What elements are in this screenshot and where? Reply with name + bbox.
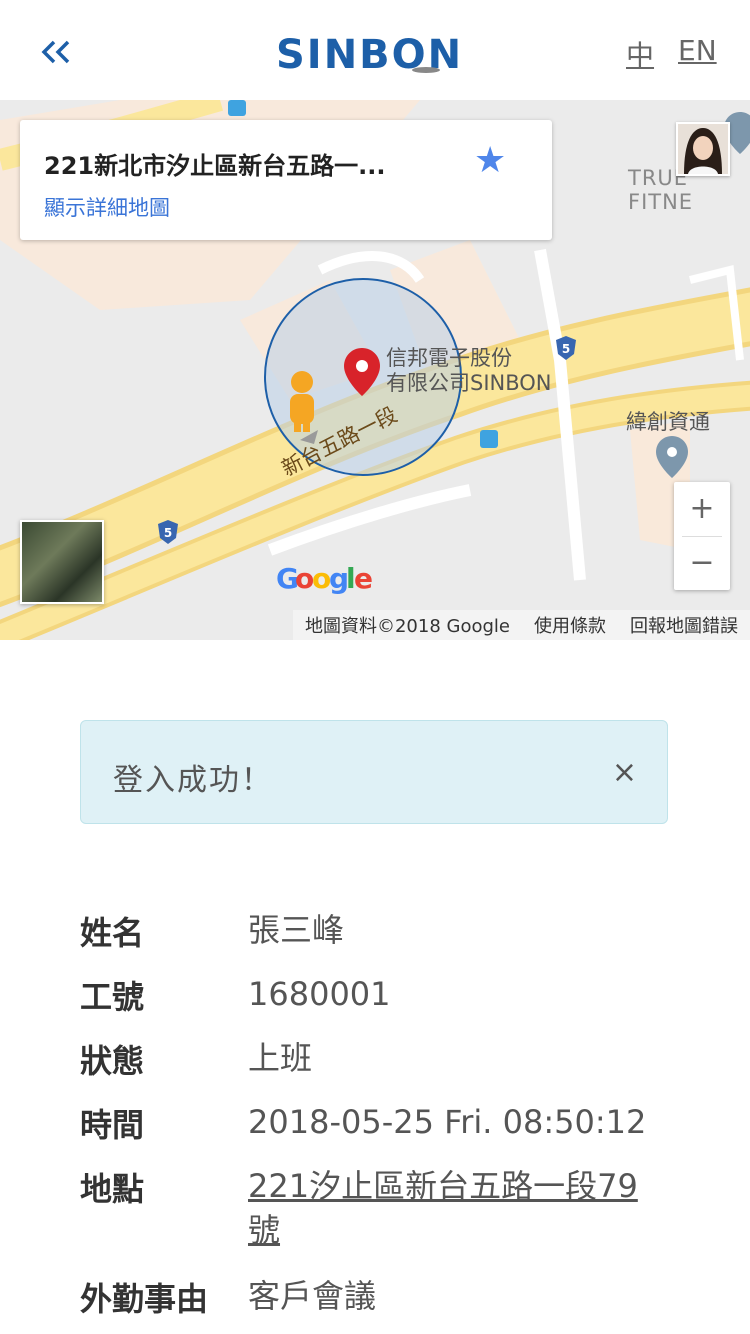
satellite-toggle[interactable]	[20, 520, 104, 604]
zoom-divider	[682, 536, 722, 537]
lang-zh-link[interactable]: 中	[626, 34, 654, 74]
route-shield: 5	[561, 342, 571, 356]
lang-en-link[interactable]: EN	[678, 34, 717, 67]
map-footer: 地圖資料©2018 Google 使用條款 回報地圖錯誤	[292, 610, 750, 640]
sinbon-logo: SINBON	[276, 32, 463, 74]
double-chevron-left-icon[interactable]	[38, 30, 78, 74]
info-label: 狀態	[80, 1042, 145, 1080]
marker-label: 信邦電子股份 有限公司SINBON	[386, 346, 552, 395]
zoom-in-button[interactable]: +	[674, 482, 730, 536]
svg-text:e: e	[354, 562, 373, 595]
info-value: 張三峰	[248, 911, 345, 949]
app-header: SINBON 中 EN	[0, 0, 750, 100]
success-alert: 登入成功！ ×	[80, 720, 668, 824]
info-label: 地點	[80, 1170, 145, 1208]
zoom-out-button[interactable]: −	[674, 536, 730, 590]
alert-message: 登入成功！	[113, 763, 273, 798]
location-link[interactable]: 221汐止區新台五路一段79號	[248, 1164, 658, 1252]
zoom-control: + −	[674, 482, 730, 590]
info-label: 工號	[80, 978, 145, 1016]
info-value: 2018-05-25 Fri. 08:50:12	[248, 1103, 647, 1141]
avatar[interactable]	[676, 122, 730, 176]
info-label: 時間	[80, 1106, 145, 1144]
map-data-attribution: 地圖資料©2018 Google	[304, 616, 510, 637]
place-address: 221新北市汐止區新台五路一...	[44, 152, 386, 180]
poi-label: 緯創資通	[626, 410, 710, 434]
view-larger-map-link[interactable]: 顯示詳細地圖	[44, 192, 170, 222]
info-value: 上班	[248, 1039, 313, 1077]
map-view[interactable]: G o o g l e 信邦電子股份 有限公司SINBON 緯創資通 TRUE …	[0, 100, 750, 640]
report-error-link[interactable]: 回報地圖錯誤	[618, 612, 750, 638]
close-icon[interactable]: ×	[612, 755, 637, 790]
terms-link[interactable]: 使用條款	[522, 612, 618, 638]
info-value: 客戶會議	[248, 1277, 377, 1315]
svg-text:SINBON: SINBON	[276, 32, 463, 74]
info-label: 姓名	[80, 914, 145, 952]
route-shield-2: 5	[163, 526, 173, 540]
info-label: 外勤事由	[80, 1280, 209, 1318]
info-value: 1680001	[248, 975, 391, 1013]
place-info-card: 221新北市汐止區新台五路一... 顯示詳細地圖 ★	[20, 120, 552, 240]
save-star-icon[interactable]: ★	[474, 140, 506, 181]
